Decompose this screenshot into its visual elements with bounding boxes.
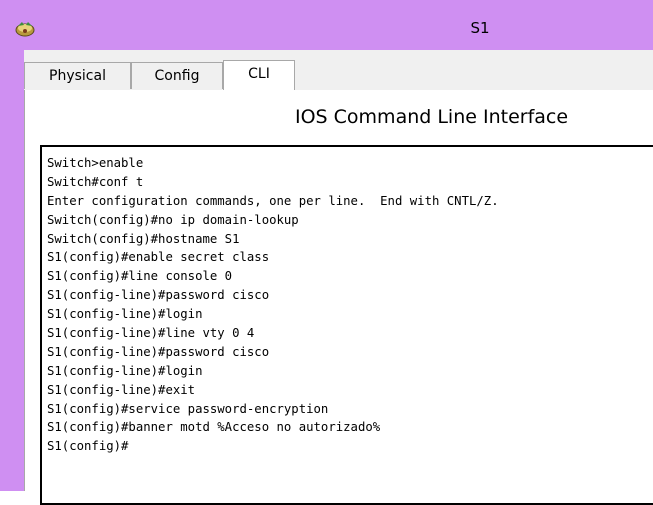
terminal-line: Switch>enable: [47, 156, 144, 170]
tab-bar: Physical Config CLI: [24, 60, 653, 100]
terminal-line: S1(config-line)#password cisco: [47, 344, 270, 359]
terminal-line: S1(config-line)#login: [47, 307, 203, 322]
window-content: Physical Config CLI IOS Command Line Int…: [24, 50, 653, 505]
tab-config[interactable]: Config: [131, 62, 223, 89]
terminal-line: S1(config-line)#password cisco: [47, 288, 270, 303]
title-bar[interactable]: S1: [0, 0, 653, 50]
terminal-output: Switch>enable Switch#conf t Enter config…: [47, 154, 499, 456]
terminal-line: S1(config-line)#login: [47, 363, 203, 378]
terminal-line: Switch#conf t: [47, 174, 144, 189]
tab-physical[interactable]: Physical: [24, 62, 131, 89]
terminal-prompt[interactable]: S1(config)#: [47, 437, 499, 456]
terminal-line: Switch(config)#no ip domain-lookup: [47, 212, 299, 227]
terminal-line: S1(config)#line console 0: [47, 269, 233, 284]
terminal-line: S1(config)#service password-encryption: [47, 401, 329, 416]
terminal-line: S1(config)#banner motd %Acceso no autori…: [47, 420, 381, 435]
cli-panel: IOS Command Line Interface Switch>enable…: [24, 90, 653, 505]
terminal-line: S1(config-line)#line vty 0 4: [47, 326, 255, 341]
terminal-line: S1(config)#enable secret class: [47, 250, 270, 265]
tab-cli[interactable]: CLI: [223, 60, 295, 90]
terminal-line: Switch(config)#hostname S1: [47, 231, 240, 246]
terminal-line: Enter configuration commands, one per li…: [47, 193, 499, 208]
cli-terminal[interactable]: Switch>enable Switch#conf t Enter config…: [40, 145, 653, 505]
cli-heading: IOS Command Line Interface: [295, 106, 569, 128]
terminal-line: S1(config-line)#exit: [47, 382, 196, 397]
window-title: S1: [470, 19, 490, 37]
device-window: S1 Physical Config CLI IOS Command Line …: [0, 0, 653, 505]
